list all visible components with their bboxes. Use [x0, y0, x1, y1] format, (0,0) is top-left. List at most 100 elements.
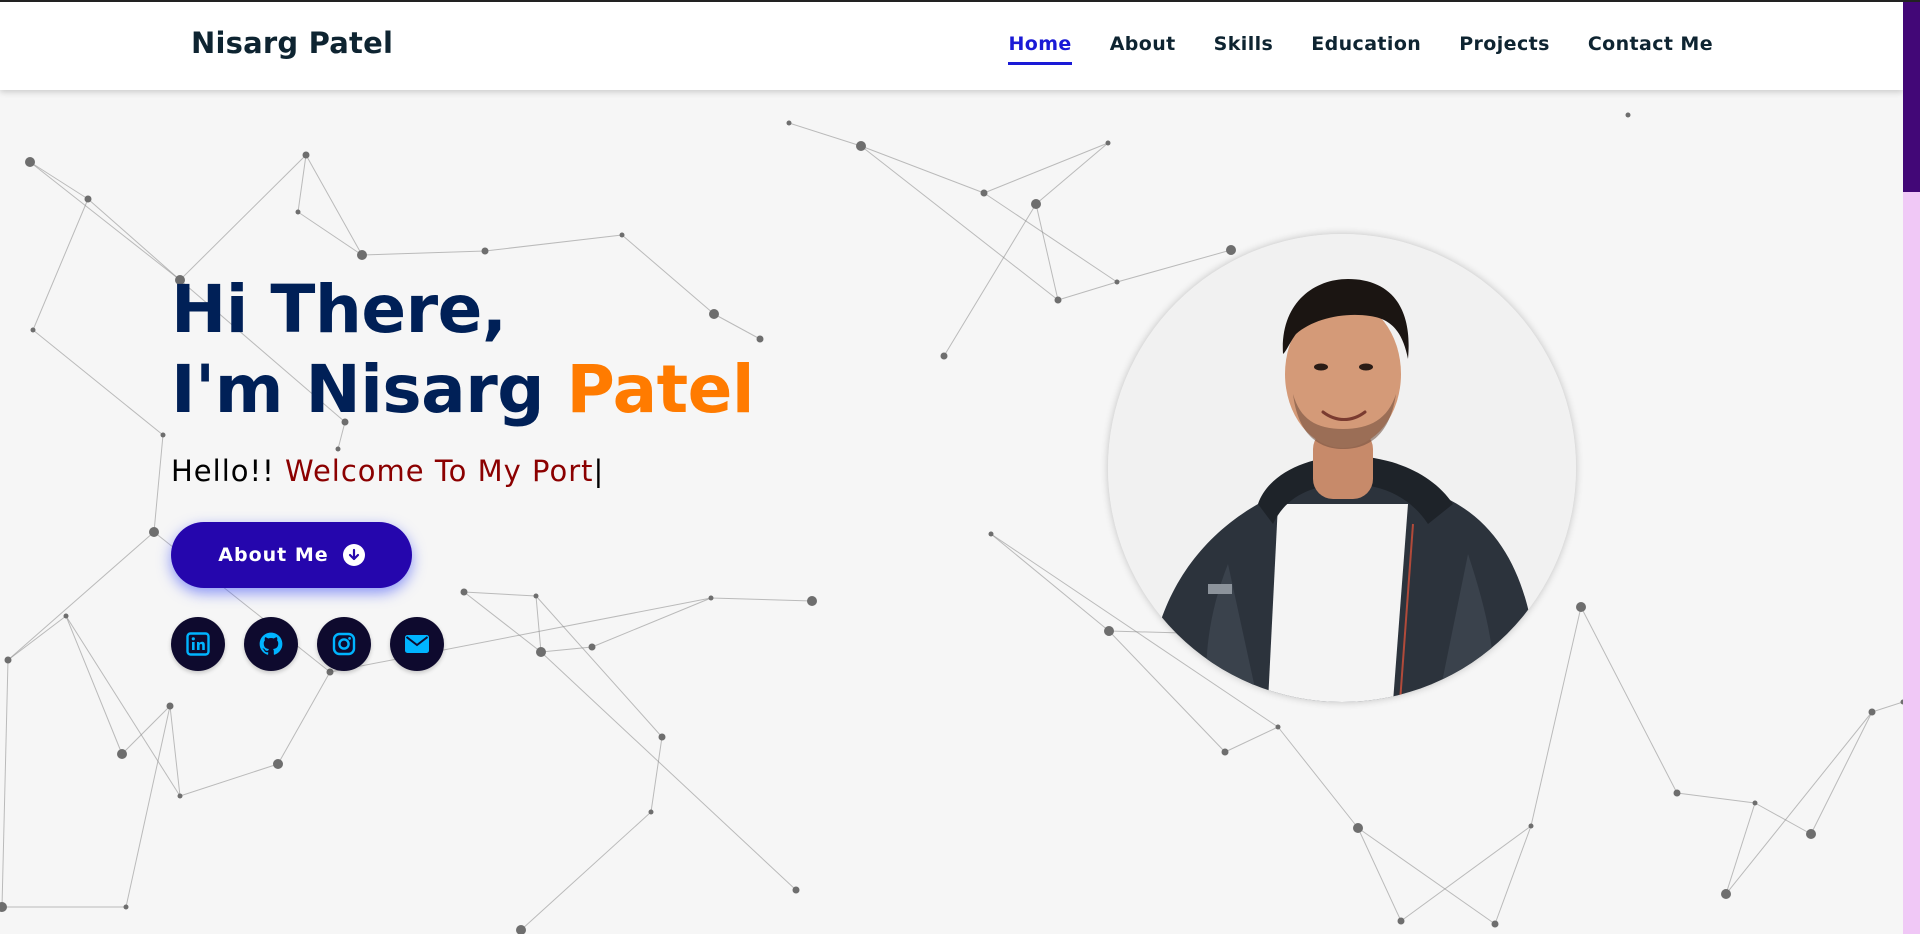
particle-dot [1114, 279, 1120, 285]
arrow-down-circle-icon [342, 544, 365, 566]
linkedin-link[interactable] [171, 617, 225, 671]
particle-link [32, 329, 164, 436]
particle-dot [117, 749, 127, 759]
particle-link [463, 591, 542, 653]
about-me-button[interactable]: About Me [171, 522, 412, 588]
particle-dot [1673, 789, 1681, 797]
page: Nisarg Patel Home About Skills Education… [0, 2, 1903, 934]
particle-link [179, 154, 307, 281]
nav-link-skills[interactable]: Skills [1214, 33, 1274, 59]
particle-dot [988, 531, 994, 537]
email-link[interactable] [390, 617, 444, 671]
nav-link-home[interactable]: Home [1008, 33, 1072, 65]
particle-link [650, 736, 663, 813]
particle-link [1400, 825, 1532, 922]
nav-link-contact[interactable]: Contact Me [1588, 33, 1713, 59]
hero-title-line2-prefix: I'm Nisarg [171, 351, 567, 428]
navbar: Nisarg Patel Home About Skills Education… [0, 2, 1903, 90]
particle-dot [1806, 829, 1816, 839]
particle-dot [807, 596, 817, 606]
particle-dot [84, 195, 92, 203]
particle-dot [177, 793, 183, 799]
social-links [171, 617, 444, 671]
nav-link-about[interactable]: About [1110, 33, 1176, 59]
particle-link [87, 198, 181, 281]
particle-dot [335, 446, 341, 452]
brand-logo[interactable]: Nisarg Patel [191, 26, 393, 60]
particle-dot [1397, 917, 1405, 925]
particle-dot [302, 151, 310, 159]
hero-title: Hi There, I'm Nisarg Patel [171, 270, 755, 430]
particle-link [7, 531, 155, 661]
particle-link [1494, 825, 1532, 925]
particle-dot [940, 352, 948, 360]
particle-dot [1226, 245, 1236, 255]
profile-photo-illustration [1108, 234, 1576, 702]
particle-dot [481, 247, 489, 255]
particle-link [1871, 701, 1903, 713]
particle-link [1530, 606, 1582, 827]
particle-link [463, 591, 537, 597]
particle-dot [533, 593, 539, 599]
particle-link [1580, 606, 1678, 794]
particle-dot [1625, 112, 1631, 118]
particle-dot [1868, 708, 1876, 716]
profile-photo [1108, 234, 1576, 702]
particle-link [29, 161, 89, 200]
particle-dot [536, 647, 546, 657]
particle-link [277, 671, 331, 765]
particle-link [153, 434, 164, 533]
typed-text: Welcome To My Port [284, 454, 594, 488]
particle-link [484, 234, 623, 252]
particle-dot [63, 613, 69, 619]
particle-dot [160, 432, 166, 438]
github-icon [259, 632, 283, 655]
particle-dot [0, 902, 7, 912]
particle-link [983, 142, 1109, 194]
particle-dot [1105, 140, 1111, 146]
particle-link [65, 615, 181, 797]
particle-dot [1491, 920, 1499, 928]
particle-dot [357, 250, 367, 260]
particle-dot [1104, 626, 1114, 636]
particle-dot [756, 335, 764, 343]
particle-dot [1031, 199, 1041, 209]
particle-link [29, 161, 181, 281]
particle-dot [30, 327, 36, 333]
instagram-icon [332, 632, 356, 656]
particle-link [1357, 827, 1496, 925]
particle-dot [1752, 800, 1758, 806]
particle-link [1810, 711, 1873, 835]
nav-link-projects[interactable]: Projects [1459, 33, 1550, 59]
particle-link [1725, 802, 1756, 895]
particle-link [7, 615, 67, 661]
particle-dot [25, 157, 35, 167]
particle-dot [1275, 724, 1281, 730]
particle-link [535, 595, 542, 653]
typed-cursor: | [593, 454, 605, 488]
particle-link [591, 597, 712, 648]
github-link[interactable] [244, 617, 298, 671]
particle-link [788, 122, 862, 147]
particle-link [1057, 281, 1118, 301]
scrollbar-thumb[interactable] [1903, 2, 1920, 192]
instagram-link[interactable] [317, 617, 371, 671]
hero-title-line1: Hi There, [171, 271, 507, 348]
hero-title-accent: Patel [566, 351, 755, 428]
about-me-button-label: About Me [218, 544, 329, 566]
particle-dot [856, 141, 866, 151]
particle-link [361, 250, 486, 256]
particle-dot [273, 759, 283, 769]
nav-links: Home About Skills Education Projects Con… [970, 2, 1713, 90]
particle-link [540, 651, 797, 891]
particle-dot [1576, 602, 1586, 612]
particle-dot [619, 232, 625, 238]
particle-link [297, 154, 307, 213]
particle-dot [1054, 296, 1062, 304]
particle-link [305, 154, 363, 256]
particle-dot [648, 809, 654, 815]
particle-dot [1528, 823, 1534, 829]
particle-link [1725, 711, 1873, 895]
nav-link-education[interactable]: Education [1311, 33, 1421, 59]
particle-link [535, 595, 663, 738]
